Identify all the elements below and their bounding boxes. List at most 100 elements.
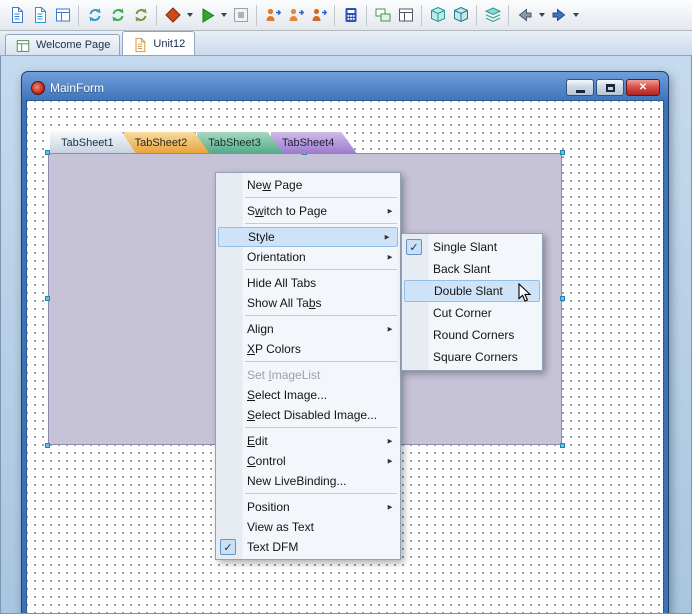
menu-item-label: Align: [247, 322, 274, 336]
tab-label: TabSheet1: [61, 137, 114, 149]
document-tab-bar: Welcome Page Unit12: [0, 31, 692, 56]
build-icon[interactable]: [106, 3, 129, 27]
layers-icon[interactable]: [481, 3, 504, 27]
minimize-button[interactable]: [566, 79, 594, 96]
compile-icon[interactable]: [83, 3, 106, 27]
model-view-icon[interactable]: [426, 3, 449, 27]
maximize-button[interactable]: [596, 79, 624, 96]
menu-item-text-dfm[interactable]: ✓Text DFM: [216, 537, 400, 557]
menu-item-label: Switch to Page: [247, 204, 327, 218]
toolbar-separator: [366, 5, 367, 26]
page-control-tabs: TabSheet1TabSheet2TabSheet3TabSheet4: [50, 132, 344, 153]
navigate-forward-dropdown[interactable]: [570, 3, 581, 27]
menu-item-select-image[interactable]: Select Image...: [216, 385, 400, 405]
minimize-icon: [576, 90, 585, 93]
type-library-icon[interactable]: [449, 3, 472, 27]
tab-tabsheet1[interactable]: TabSheet1: [50, 130, 136, 153]
run-dropdown[interactable]: [218, 3, 229, 27]
menu-item-label: Edit: [247, 434, 268, 448]
toolbar-separator: [421, 5, 422, 26]
menu-item-label: Select Disabled Image...: [247, 408, 377, 422]
selection-handle[interactable]: [45, 443, 50, 448]
doc-tab-unit12[interactable]: Unit12: [122, 31, 195, 55]
menu-item-single-slant[interactable]: ✓Single Slant: [402, 236, 542, 258]
doc-tab-label: Welcome Page: [36, 39, 110, 51]
doc-tab-label: Unit12: [153, 38, 185, 50]
menu-separator: [245, 223, 397, 224]
menu-item-hide-all-tabs[interactable]: Hide All Tabs: [216, 273, 400, 293]
view-form-icon[interactable]: [394, 3, 417, 27]
menu-item-new-livebinding[interactable]: New LiveBinding...: [216, 471, 400, 491]
toolbar-separator: [334, 5, 335, 26]
tab-tabsheet4[interactable]: TabSheet4: [271, 132, 357, 153]
menu-item-label: Orientation: [247, 250, 306, 264]
menu-item-position[interactable]: Position►: [216, 497, 400, 517]
menu-item-xp-colors[interactable]: XP Colors: [216, 339, 400, 359]
chevron-down-icon: [573, 13, 579, 17]
step-over-icon[interactable]: [284, 3, 307, 27]
selection-handle[interactable]: [45, 150, 50, 155]
menu-separator: [245, 427, 397, 428]
toolbar-separator: [508, 5, 509, 26]
navigate-back-dropdown[interactable]: [536, 3, 547, 27]
menu-item-cut-corner[interactable]: Cut Corner: [402, 302, 542, 324]
submenu-arrow-icon: ►: [386, 457, 394, 466]
menu-item-round-corners[interactable]: Round Corners: [402, 324, 542, 346]
attach-to-process-icon[interactable]: [261, 3, 284, 27]
chevron-down-icon: [221, 13, 227, 17]
tab-tabsheet3[interactable]: TabSheet3: [197, 132, 283, 153]
menu-separator: [245, 493, 397, 494]
menu-item-label: Text DFM: [247, 540, 298, 554]
menu-item-align[interactable]: Align►: [216, 319, 400, 339]
maximize-icon: [606, 84, 615, 92]
trace-into-icon[interactable]: [307, 3, 330, 27]
selection-handle[interactable]: [560, 443, 565, 448]
selection-handle[interactable]: [45, 296, 50, 301]
menu-item-select-disabled-image[interactable]: Select Disabled Image...: [216, 405, 400, 425]
menu-item-view-as-text[interactable]: View as Text: [216, 517, 400, 537]
mouse-cursor: [517, 283, 535, 303]
menu-item-label: Position: [247, 500, 290, 514]
menu-item-label: Control: [247, 454, 286, 468]
menu-item-orientation[interactable]: Orientation►: [216, 247, 400, 267]
menu-item-label: Cut Corner: [433, 306, 492, 320]
menu-item-label: Select Image...: [247, 388, 327, 402]
menu-item-label: Back Slant: [433, 262, 490, 276]
menu-item-new-page[interactable]: New Page: [216, 175, 400, 195]
doc-tab-welcome-page[interactable]: Welcome Page: [5, 34, 120, 55]
window-buttons: ✕: [566, 79, 662, 96]
form-caption-bar[interactable]: MainForm ✕: [25, 75, 665, 100]
open-file-icon[interactable]: [28, 3, 51, 27]
context-menu: New PageSwitch to Page►Style►Orientation…: [215, 172, 401, 560]
navigate-back-icon[interactable]: [513, 3, 536, 27]
close-button[interactable]: ✕: [626, 79, 660, 96]
menu-item-control[interactable]: Control ►: [216, 451, 400, 471]
menu-item-show-all-tabs[interactable]: Show All Tabs: [216, 293, 400, 313]
menu-item-label: XP Colors: [247, 342, 301, 356]
navigate-forward-icon[interactable]: [547, 3, 570, 27]
menu-separator: [245, 269, 397, 270]
toggle-form-unit-icon[interactable]: [371, 3, 394, 27]
run-without-debugging-dropdown[interactable]: [184, 3, 195, 27]
menu-item-square-corners[interactable]: Square Corners: [402, 346, 542, 368]
tab-tabsheet2[interactable]: TabSheet2: [124, 132, 210, 153]
unit12-icon: [132, 36, 148, 52]
menu-separator: [245, 361, 397, 362]
selection-handle[interactable]: [560, 150, 565, 155]
menu-item-style[interactable]: Style►: [218, 227, 398, 247]
run-icon[interactable]: [195, 3, 218, 27]
run-without-debugging-icon[interactable]: [161, 3, 184, 27]
menu-item-back-slant[interactable]: Back Slant: [402, 258, 542, 280]
selection-handle[interactable]: [560, 296, 565, 301]
form-title: MainForm: [50, 81, 104, 95]
new-items-icon[interactable]: [5, 3, 28, 27]
pause-icon[interactable]: [229, 3, 252, 27]
toolbar-separator: [476, 5, 477, 26]
save-all-icon[interactable]: [51, 3, 74, 27]
compile-all-icon[interactable]: [129, 3, 152, 27]
breakpoint-list-icon[interactable]: [339, 3, 362, 27]
menu-item-label: View as Text: [247, 520, 314, 534]
menu-item-switch-to-page[interactable]: Switch to Page►: [216, 201, 400, 221]
chevron-down-icon: [187, 13, 193, 17]
menu-item-edit[interactable]: Edit►: [216, 431, 400, 451]
